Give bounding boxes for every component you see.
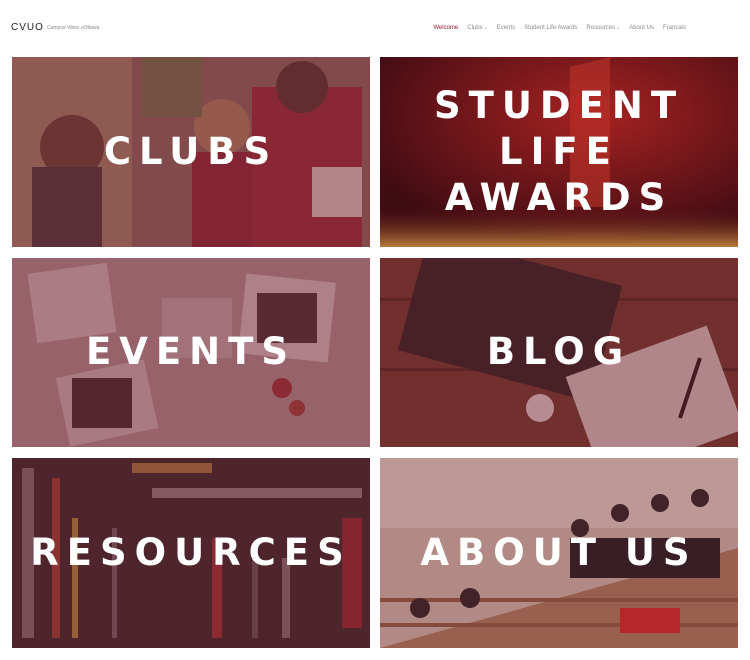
site-header: CVUO Campus Vibes uOttawa Welcome Clubs⌄… [0,0,750,56]
nav-item-welcome[interactable]: Welcome [433,25,458,31]
tile-label: RESOURCES [30,530,352,574]
main-nav: Welcome Clubs⌄ Events Student Life Award… [433,25,686,31]
tile-label: EVENTS [85,330,297,374]
tile-label: ABOUT US [420,530,698,574]
tile-about-us[interactable]: ABOUT US [380,458,738,648]
nav-label: Francais [662,25,686,31]
nav-item-events[interactable]: Events [497,25,515,31]
site-logo[interactable]: CVUO [11,22,44,33]
nav-label: Welcome [433,25,459,31]
tile-student-life-awards[interactable]: STUDENT LIFE AWARDS [380,57,738,247]
chevron-down-icon: ⌄ [616,25,621,31]
nav-item-student-life-awards[interactable]: Student Life Awards [524,25,577,31]
nav-label: About Us [629,25,654,31]
nav-label: Events [496,25,516,31]
tile-clubs[interactable]: CLUBS [12,57,370,247]
nav-item-resources[interactable]: Resources⌄ [586,25,620,31]
nav-label: Clubs [467,25,483,31]
nav-item-francais[interactable]: Francais [663,25,686,31]
tile-label: STUDENT LIFE AWARDS [433,83,685,220]
nav-item-clubs[interactable]: Clubs⌄ [467,25,488,31]
nav-label: Student Life Awards [524,25,578,31]
tile-label: BLOG [486,330,632,374]
tile-label: CLUBS [103,129,279,173]
tile-events[interactable]: EVENTS [12,258,370,447]
nav-item-about-us[interactable]: About Us [629,25,654,31]
tile-blog[interactable]: BLOG [380,258,738,447]
site-tagline: Campus Vibes uOttawa [47,25,100,31]
tile-resources[interactable]: RESOURCES [12,458,370,648]
nav-label: Resources [586,25,616,31]
chevron-down-icon: ⌄ [483,25,488,31]
